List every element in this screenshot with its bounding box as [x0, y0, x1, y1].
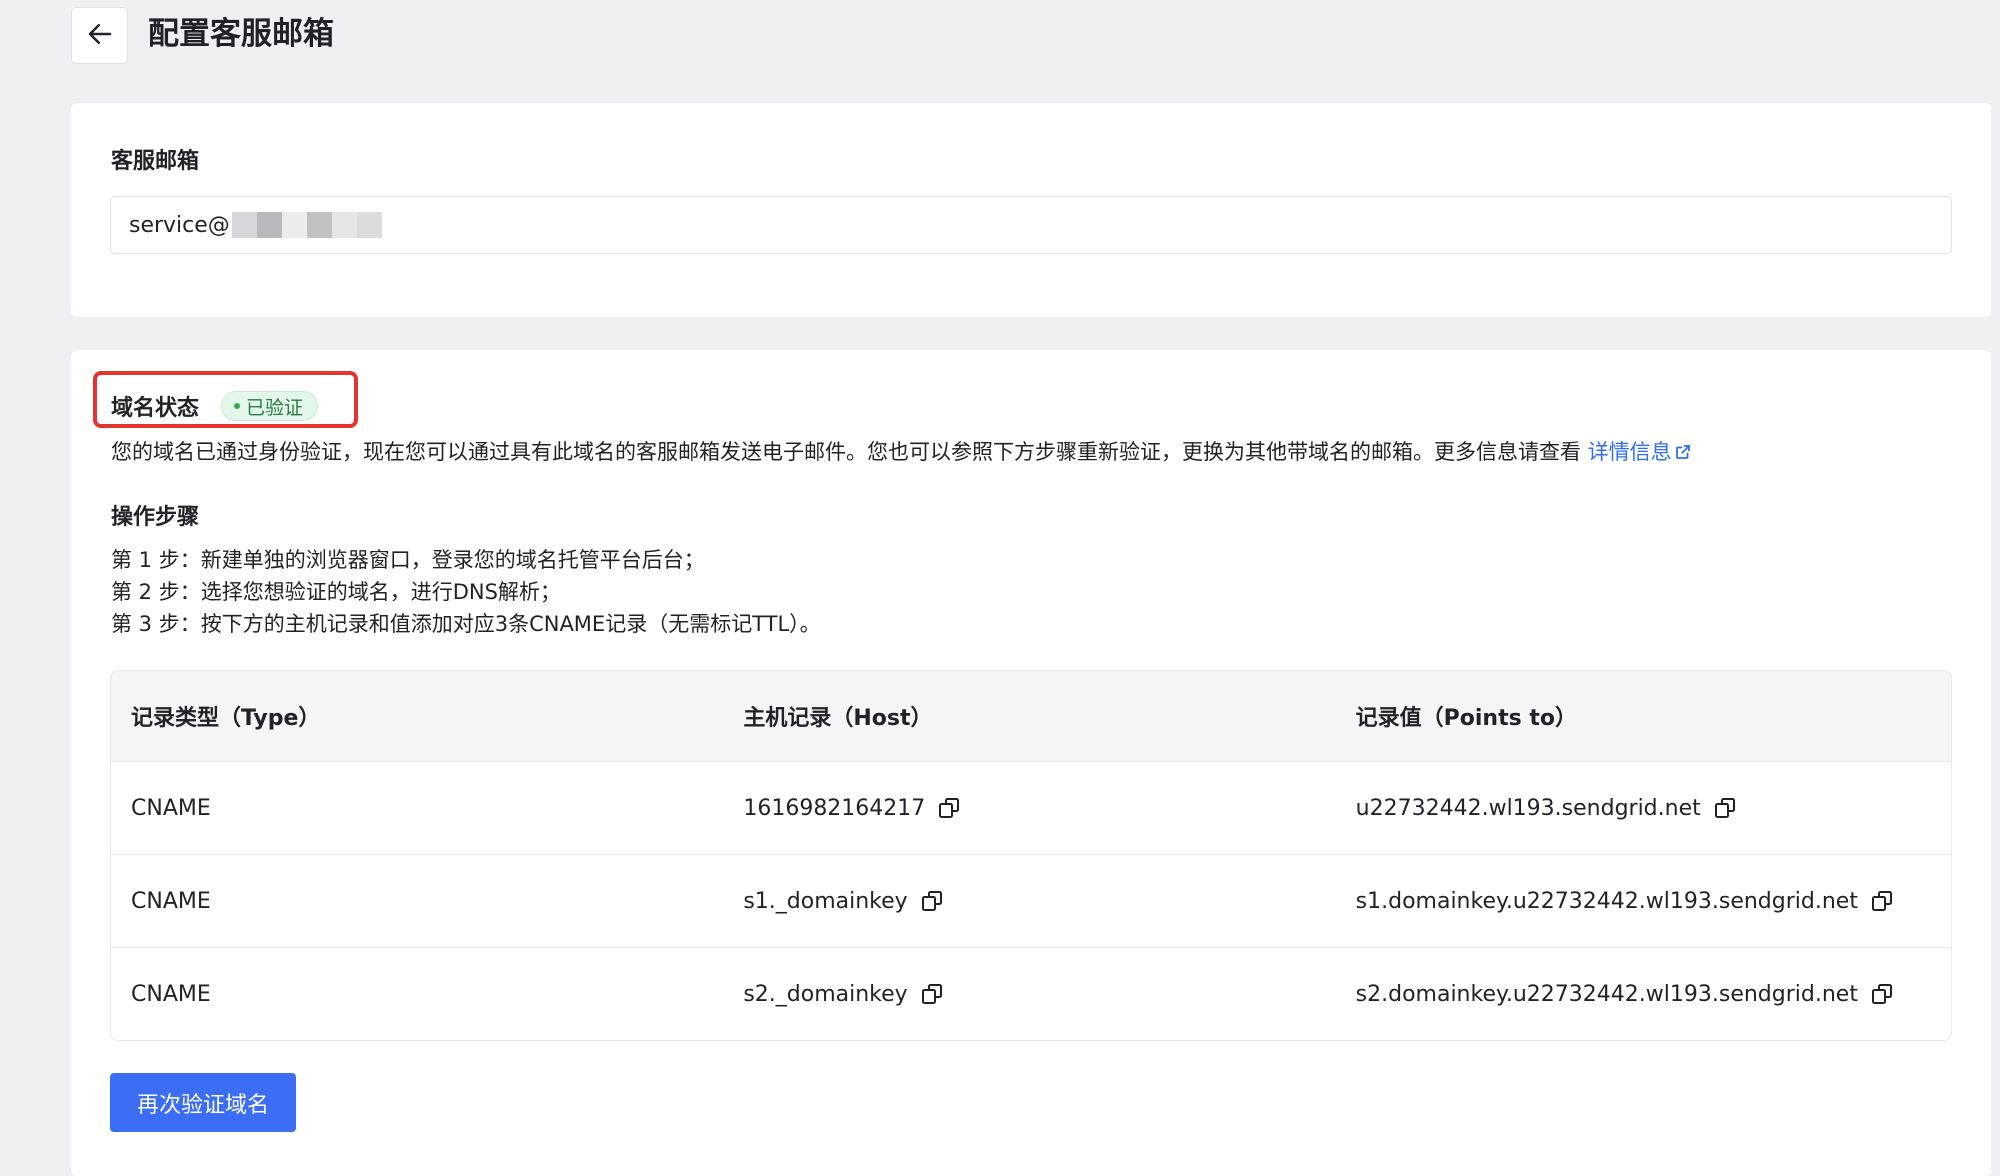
record-host: 1616982164217 [743, 795, 926, 821]
column-header-host: 主机记录（Host） [743, 706, 933, 731]
email-redaction-mosaic [231, 212, 382, 238]
email-card: 客服邮箱 service@ [71, 103, 1991, 317]
copy-icon[interactable] [1713, 796, 1737, 820]
record-value: s1.domainkey.u22732442.wl193.sendgrid.ne… [1355, 888, 1858, 914]
record-host-cell: s2._domainkey [723, 982, 1335, 1007]
domain-status-row: 域名状态 已验证 [111, 390, 319, 422]
email-value: service@ [129, 212, 230, 238]
record-host-cell: 1616982164217 [723, 796, 1335, 821]
column-header-type: 记录类型（Type） [131, 706, 321, 731]
details-link-label: 详情信息 [1587, 440, 1672, 464]
copy-icon[interactable] [1870, 889, 1894, 913]
details-link[interactable]: 详情信息 [1588, 440, 1692, 464]
record-value-cell: u22732442.wl193.sendgrid.net [1336, 796, 1951, 821]
steps-title: 操作步骤 [111, 505, 200, 530]
page: 配置客服邮箱 客服邮箱 service@ 域名状态 已验证 您的域名已通过身份验… [0, 0, 2000, 1176]
step-item: 第 2 步：选择您想验证的域名，进行DNS解析； [111, 580, 561, 604]
domain-card: 域名状态 已验证 您的域名已通过身份验证，现在您可以通过具有此域名的客服邮箱发送… [71, 350, 1991, 1176]
record-host: s1._domainkey [743, 888, 908, 914]
table-header-row: 记录类型（Type） 主机记录（Host） 记录值（Points to） [111, 671, 1951, 761]
page-title: 配置客服邮箱 [148, 16, 334, 52]
domain-status-label: 域名状态 [111, 396, 200, 421]
record-type: CNAME [131, 795, 211, 821]
copy-icon[interactable] [920, 982, 944, 1006]
status-dot-icon [234, 403, 241, 409]
column-header-points-to: 记录值（Points to） [1355, 706, 1577, 731]
record-type: CNAME [131, 888, 211, 914]
table-row: CNAME s2._domainkey s2.domainkey.u227324… [111, 947, 1951, 1040]
record-host: s2._domainkey [743, 981, 908, 1007]
dns-records-table: 记录类型（Type） 主机记录（Host） 记录值（Points to） CNA… [110, 670, 1952, 1041]
copy-icon[interactable] [920, 889, 944, 913]
domain-description: 您的域名已通过身份验证，现在您可以通过具有此域名的客服邮箱发送电子邮件。您也可以… [111, 436, 1692, 466]
record-type: CNAME [131, 981, 211, 1007]
table-row: CNAME 1616982164217 u22732442.wl193.send… [111, 761, 1951, 854]
record-value-cell: s1.domainkey.u22732442.wl193.sendgrid.ne… [1336, 889, 1951, 914]
copy-icon[interactable] [937, 796, 961, 820]
status-badge-text: 已验证 [246, 396, 304, 419]
email-input[interactable]: service@ [110, 196, 1952, 254]
record-value: s2.domainkey.u22732442.wl193.sendgrid.ne… [1355, 981, 1858, 1007]
description-text: 您的域名已通过身份验证，现在您可以通过具有此域名的客服邮箱发送电子邮件。您也可以… [111, 440, 1588, 464]
record-value: u22732442.wl193.sendgrid.net [1355, 795, 1701, 821]
record-value-cell: s2.domainkey.u22732442.wl193.sendgrid.ne… [1336, 982, 1951, 1007]
reverify-domain-button[interactable]: 再次验证域名 [110, 1073, 296, 1132]
status-badge: 已验证 [221, 391, 319, 421]
step-item: 第 3 步：按下方的主机记录和值添加对应3条CNAME记录（无需标记TTL）。 [111, 612, 821, 636]
record-host-cell: s1._domainkey [723, 889, 1335, 914]
back-button[interactable] [71, 7, 128, 64]
copy-icon[interactable] [1870, 982, 1894, 1006]
email-label: 客服邮箱 [111, 149, 200, 174]
external-link-icon [1672, 440, 1692, 464]
arrow-left-icon [85, 19, 115, 53]
steps-list: 第 1 步：新建单独的浏览器窗口，登录您的域名托管平台后台； 第 2 步：选择您… [111, 544, 821, 640]
table-row: CNAME s1._domainkey s1.domainkey.u227324… [111, 854, 1951, 947]
step-item: 第 1 步：新建单独的浏览器窗口，登录您的域名托管平台后台； [111, 548, 705, 572]
